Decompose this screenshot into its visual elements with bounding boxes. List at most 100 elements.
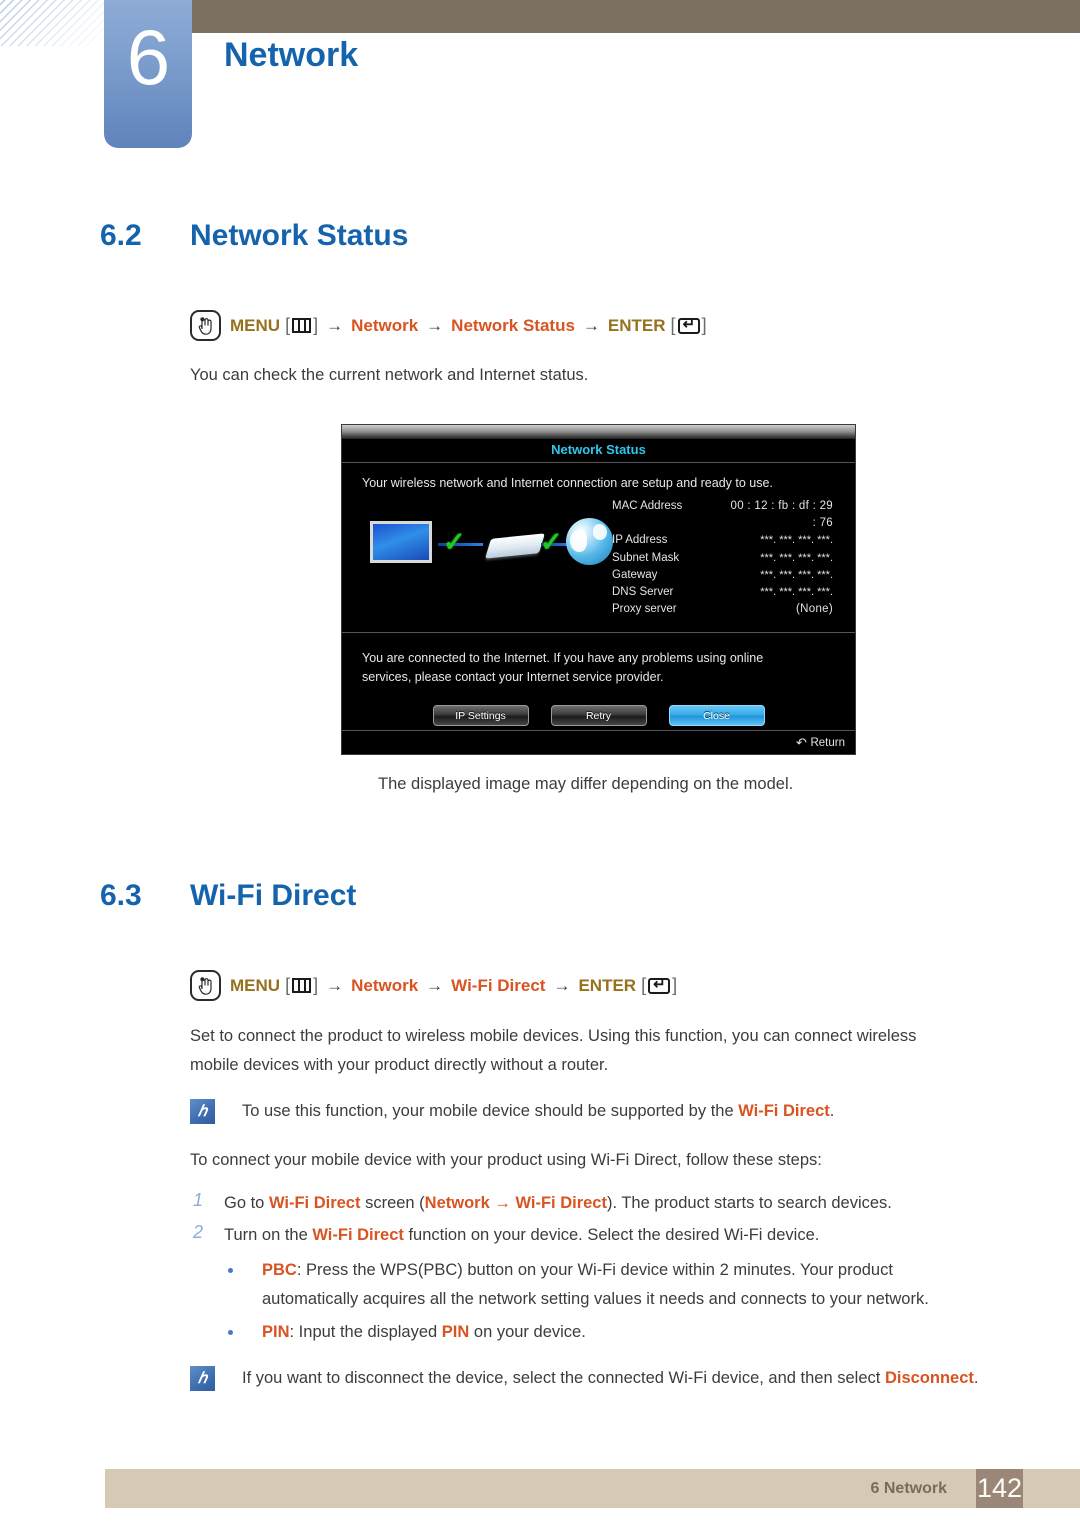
- step-2-emphasis-1: Wi-Fi Direct: [312, 1226, 404, 1244]
- step-number-2: 2: [193, 1222, 204, 1242]
- menu-label: MENU: [230, 315, 281, 335]
- row-value: ***. ***. ***. ***.: [760, 534, 833, 547]
- check-mark-icon-2: ✓: [540, 527, 563, 557]
- enter-button-icon: [677, 315, 700, 334]
- tv-screen-title: Network Status: [342, 439, 855, 462]
- menu-button-icon: [292, 978, 312, 993]
- chapter-title: Network: [224, 36, 359, 74]
- step-1-arrow: →: [489, 1194, 516, 1212]
- bullet-pbc-line1-rest: : Press the WPS(PBC) button on your Wi-F…: [296, 1261, 893, 1279]
- bullet-pbc-line-1: PBC: Press the WPS(PBC) button on your W…: [262, 1256, 1022, 1285]
- table-row: Subnet Mask ***. ***. ***. ***.: [612, 550, 855, 567]
- path-arrow-3: →: [553, 975, 571, 995]
- hand-press-icon: [190, 310, 221, 341]
- step-2-prefix: Turn on the: [224, 1226, 313, 1244]
- decorative-hatch-pattern: [0, 0, 104, 46]
- step-1-emphasis-1: Wi-Fi Direct: [268, 1194, 361, 1212]
- enter-label: ENTER: [578, 975, 637, 995]
- step-number-1: 1: [193, 1190, 204, 1210]
- note-1-suffix: .: [829, 1102, 835, 1120]
- close-button[interactable]: Close: [668, 705, 765, 727]
- enter-label: ENTER: [607, 315, 666, 335]
- display-device-icon: [370, 521, 432, 563]
- tv-footer-bar: ↷ Return: [342, 730, 855, 754]
- row-value: (None): [796, 603, 833, 616]
- table-row: DNS Server ***. ***. ***. ***.: [612, 584, 855, 601]
- step-1-text: Go to Wi-Fi Direct screen (Network → Wi-…: [224, 1189, 1024, 1218]
- step-1-emphasis-2: Network: [424, 1194, 490, 1212]
- note-2-suffix: .: [973, 1369, 979, 1387]
- tv-connection-message: You are connected to the Internet. If yo…: [342, 633, 855, 687]
- row-value: 00 : 12 : fb : df : 29 : 76: [730, 500, 833, 530]
- step-1-suffix: ). The product starts to search devices.: [606, 1194, 892, 1212]
- row-value: ***. ***. ***. ***.: [760, 568, 833, 581]
- menu-step-network-status: Network Status: [451, 315, 575, 335]
- tv-button-row: IP Settings Retry Close: [342, 687, 855, 727]
- check-mark-icon-1: ✓: [443, 527, 466, 557]
- screenshot-caption: The displayed image may differ depending…: [378, 775, 794, 793]
- router-icon: [485, 533, 545, 559]
- internet-globe-icon: [566, 518, 613, 565]
- section-6-3-paragraph-1: Set to connect the product to wireless m…: [190, 1022, 1020, 1080]
- note-2-text: If you want to disconnect the device, se…: [242, 1364, 1042, 1393]
- path-arrow-3: →: [582, 315, 600, 335]
- bullet-marker-pbc: [228, 1268, 233, 1273]
- chapter-number: 6: [126, 13, 170, 101]
- tv-message-line-1: You are connected to the Internet. If yo…: [362, 651, 764, 666]
- section-title-network-status: Network Status: [190, 219, 409, 252]
- section-number-6-2: 6.2: [100, 219, 142, 252]
- tv-subtitle: Your wireless network and Internet conne…: [362, 476, 773, 490]
- bullet-pin-inline-emphasis: PIN: [441, 1323, 470, 1341]
- menu-label: MENU: [230, 975, 281, 995]
- footer-page-box: 142: [976, 1469, 1023, 1508]
- row-label: Gateway: [612, 568, 658, 581]
- row-label: DNS Server: [612, 586, 674, 599]
- section-title-wifi-direct: Wi-Fi Direct: [190, 879, 357, 912]
- paragraph-line-2: mobile devices with your product directl…: [190, 1056, 609, 1074]
- header-top-bar: [192, 0, 1080, 33]
- menu-step-network: Network: [351, 975, 419, 995]
- note-pen-icon: ℎ: [190, 1099, 215, 1124]
- step-1-mid: screen (: [360, 1194, 425, 1212]
- section-6-3-paragraph-2: To connect your mobile device with your …: [190, 1151, 822, 1169]
- note-1-text: To use this function, your mobile device…: [242, 1097, 1032, 1126]
- ip-settings-button[interactable]: IP Settings: [432, 705, 529, 727]
- path-arrow-2: →: [426, 315, 444, 335]
- network-connection-diagram: ✓ ✓: [342, 496, 613, 592]
- menu-step-network: Network: [351, 315, 419, 335]
- bullet-pin-prefix: : Input the displayed: [289, 1323, 442, 1341]
- row-value: ***. ***. ***. ***.: [760, 551, 833, 564]
- section-6-2-intro: You can check the current network and In…: [190, 366, 589, 384]
- menu-step-wifi-direct: Wi-Fi Direct: [451, 975, 546, 995]
- step-1-prefix: Go to: [224, 1194, 269, 1212]
- paragraph-line-1: Set to connect the product to wireless m…: [190, 1027, 917, 1045]
- step-2-text: Turn on the Wi-Fi Direct function on you…: [224, 1221, 1024, 1250]
- row-label: Proxy server: [612, 603, 677, 616]
- bullet-pin-emphasis: PIN: [262, 1323, 290, 1341]
- path-arrow-1: →: [326, 315, 344, 335]
- bullet-pin-suffix: on your device.: [469, 1323, 586, 1341]
- chapter-number-badge: 6: [104, 0, 192, 148]
- menu-path-network-status: MENU [] → Network → Network Status → ENT…: [190, 310, 707, 341]
- return-label[interactable]: Return: [810, 737, 845, 749]
- row-value: ***. ***. ***. ***.: [760, 586, 833, 599]
- bullet-pbc-line-2: automatically acquires all the network s…: [262, 1290, 929, 1308]
- menu-path-wifi-direct: MENU [] → Network → Wi-Fi Direct → ENTER…: [190, 970, 677, 1001]
- row-label: MAC Address: [612, 500, 683, 512]
- step-1-emphasis-3: Wi-Fi Direct: [515, 1194, 607, 1212]
- section-number-6-3: 6.3: [100, 879, 142, 912]
- path-arrow-1: →: [326, 975, 344, 995]
- network-status-screenshot: Network Status Your wireless network and…: [341, 424, 856, 755]
- page-number: 142: [976, 1473, 1023, 1503]
- hand-press-icon: [190, 970, 221, 1001]
- table-row: IP Address ***. ***. ***. ***.: [612, 532, 855, 549]
- bullet-pbc-emphasis: PBC: [262, 1261, 297, 1279]
- tv-message-line-2: services, please contact your Internet s…: [362, 670, 664, 685]
- table-row: Gateway ***. ***. ***. ***.: [612, 567, 855, 584]
- return-arrow-icon: ↷: [795, 734, 807, 750]
- path-arrow-2: →: [426, 975, 444, 995]
- footer-chapter-label: 6 Network: [870, 1480, 947, 1497]
- retry-button[interactable]: Retry: [550, 705, 647, 727]
- table-row: MAC Address 00 : 12 : fb : df : 29 : 76: [612, 498, 855, 532]
- menu-button-icon: [292, 318, 312, 333]
